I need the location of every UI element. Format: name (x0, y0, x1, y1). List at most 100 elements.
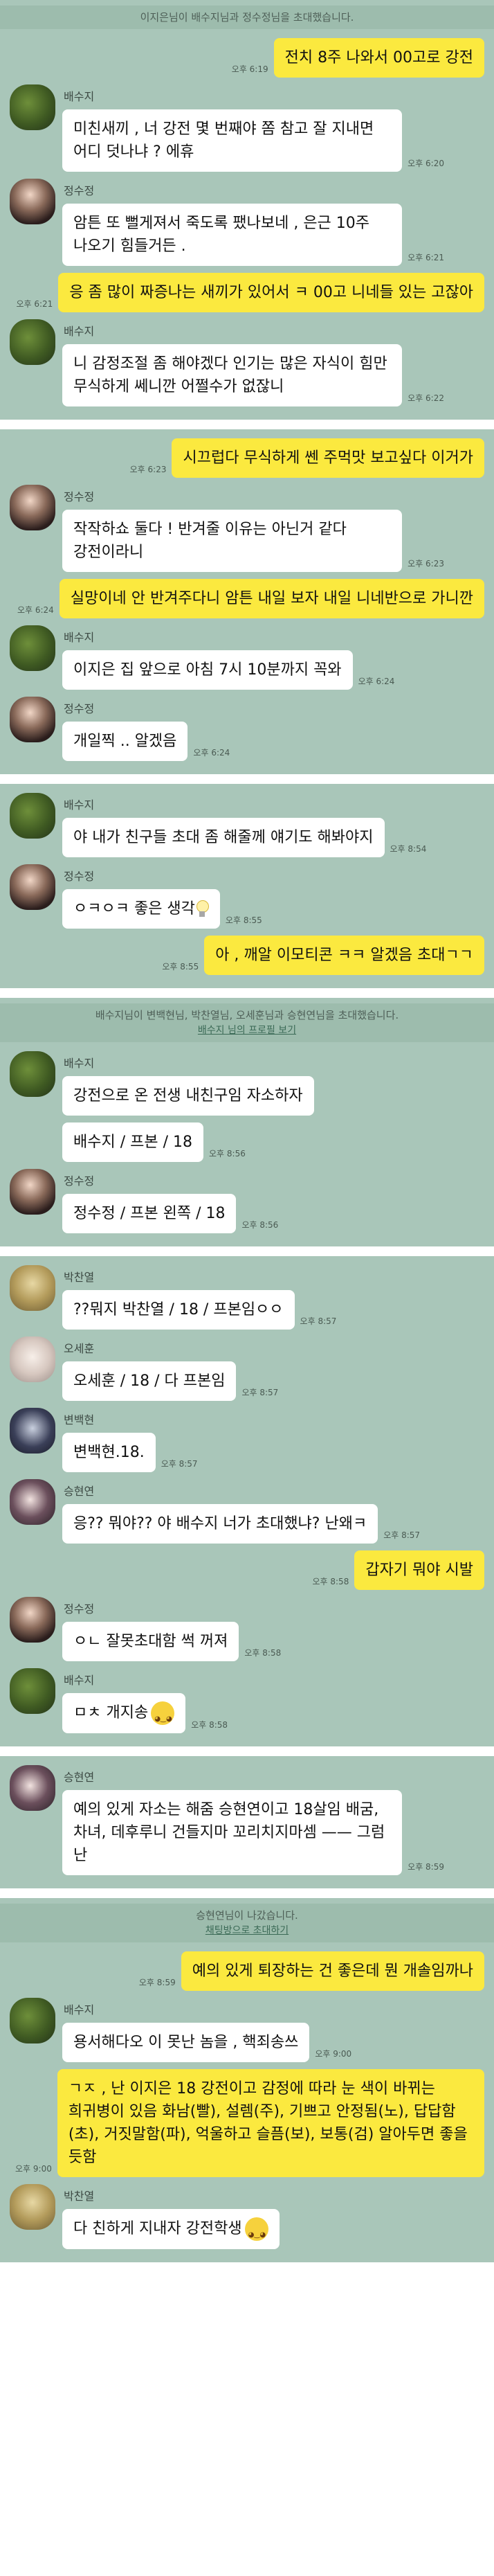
chat-panel: 승현연님이 나갔습니다. 채팅방으로 초대하기 오후 8:59 예의 있게 퇴장하는 … (0, 1898, 494, 2262)
message-text: 갑자기 뭐야 시발 (365, 1562, 473, 1579)
sender-name: 배수지 (64, 1057, 95, 1070)
light-bulb-icon (195, 900, 209, 918)
system-notice: 승현연님이 나갔습니다. 채팅방으로 초대하기 (0, 1904, 494, 1942)
message-text: 아 , 깨알 이모티콘 ㅋㅋ 알겠음 초대ㄱㄱ (215, 947, 473, 964)
message-bubble[interactable]: ??뭐지 박찬열 / 18 / 프본임ㅇㅇ (62, 1290, 295, 1330)
message-column: 승현연 응?? 뭐야?? 야 배수지 너가 초대했냐? 난왜ㅋ 오후 8:57 (62, 1479, 426, 1544)
message-column: 배수지 용서해다오 이 못난 놈을 , 핵죄송쓰 오후 9:00 (62, 1998, 357, 2062)
message-bubble[interactable]: 갑자기 뭐야 시발 (354, 1550, 484, 1590)
message-bubble[interactable]: 미친새끼 , 너 강전 몇 번째야 쫌 참고 잘 지내면 어디 덧나냐 ? 에휴 (62, 109, 403, 172)
sender-name: 배수지 (64, 325, 95, 338)
message-bubble[interactable]: 야 내가 친구들 초대 좀 해줄께 얘기도 해봐야지 (62, 818, 385, 857)
message-text: 정수정 / 프본 왼쪽 / 18 (73, 1205, 226, 1222)
chat-panel: 배수지 야 내가 친구들 초대 좀 해줄께 얘기도 해봐야지 오후 8:54 정수정 ㅇ… (0, 784, 494, 988)
avatar[interactable] (10, 697, 55, 742)
message-text: 용서해다오 이 못난 놈을 , 핵죄송쓰 (73, 2034, 299, 2051)
message-bubble[interactable]: 실망이네 안 반겨주다니 암튼 내일 보자 내일 니네반으로 가니깐 (59, 579, 484, 618)
system-notice-text: 배수지님이 변백현님, 박찬열님, 오세훈님과 승현연님을 초대했습니다. (95, 1009, 399, 1021)
message-column: 배수지니 감정조절 좀 해야겠다 인기는 많은 자식이 힘만 무식하게 쎄니깐 … (62, 319, 450, 406)
message-text: ㅇㅋㅇㅋ 좋은 생각 (73, 900, 195, 918)
message-line: 강전으로 온 전생 내친구임 자소하자 (62, 1076, 325, 1116)
message-bubble[interactable]: 응?? 뭐야?? 야 배수지 너가 초대했냐? 난왜ㅋ (62, 1504, 378, 1544)
avatar[interactable] (10, 1169, 55, 1215)
message-line: 예의 있게 자소는 해줌 승현연이고 18살임 배굼, 차녀, 데후루니 건들지… (62, 1790, 450, 1875)
system-link[interactable]: 배수지 님의 프로필 보기 (7, 1023, 487, 1038)
avatar[interactable] (10, 1597, 55, 1643)
my-message: 오후 6:24 실망이네 안 반겨주다니 암튼 내일 보자 내일 니네반으로 가니… (0, 575, 494, 622)
message-column: 정수정 정수정 / 프본 왼쪽 / 18 오후 8:56 (62, 1169, 284, 1233)
sender-name: 정수정 (64, 1602, 95, 1616)
message-bubble[interactable]: ㅁㅊ 개지송 (62, 1693, 186, 1733)
friend-message: 정수정 ㅇㅋㅇㅋ 좋은 생각 오후 8:55 (0, 861, 494, 932)
message-bubble[interactable]: 강전으로 온 전생 내친구임 자소하자 (62, 1076, 314, 1116)
avatar[interactable] (10, 1668, 55, 1714)
message-time: 오후 8:56 (209, 1149, 246, 1159)
message-time: 오후 6:22 (408, 393, 444, 403)
message-bubble[interactable]: 용서해다오 이 못난 놈을 , 핵죄송쓰 (62, 2023, 310, 2062)
message-text: 시끄럽다 무식하게 쎈 주먹맛 보고싶다 이거가 (183, 449, 473, 467)
message-text: 전치 8주 나와서 00고로 강전 (284, 49, 473, 66)
message-bubble[interactable]: 예의 있게 자소는 해줌 승현연이고 18살임 배굼, 차녀, 데후루니 건들지… (62, 1790, 403, 1875)
avatar[interactable] (10, 84, 55, 130)
message-line: 오세훈 / 18 / 다 프본임오후 8:57 (62, 1361, 284, 1401)
message-bubble[interactable]: 개일찍 .. 알겠음 (62, 722, 188, 761)
message-bubble[interactable]: 암튼 또 뻘게져서 죽도록 팼나보네 , 은근 10주 나오기 힘들거든 . (62, 204, 403, 266)
message-line: ㅇㄴ 잘못초대함 썩 꺼져 오후 8:58 (62, 1622, 286, 1661)
friend-message: 배수지 / 프본 / 18 오후 8:56 (0, 1119, 494, 1165)
avatar[interactable] (10, 1265, 55, 1311)
message-bubble[interactable]: 니 감정조절 좀 해야겠다 인기는 많은 자식이 힘만 무식하게 쎄니깐 어쩔수… (62, 344, 403, 406)
message-bubble[interactable]: ㅇㄴ 잘못초대함 썩 꺼져 (62, 1622, 239, 1661)
friend-message: 오세훈 오세훈 / 18 / 다 프본임 오후 8:57 (0, 1333, 494, 1404)
message-bubble[interactable]: 변백현.18. (62, 1433, 156, 1472)
message-bubble[interactable]: ㅇㅋㅇㅋ 좋은 생각 (62, 889, 220, 929)
avatar[interactable] (10, 1479, 55, 1525)
message-bubble[interactable]: 다 친하게 지내자 강전학생 (62, 2209, 280, 2249)
friend-message: 정수정 작작하쇼 둘다 ! 반겨줄 이유는 아닌거 같다 강전이라니 오후 6:23 (0, 481, 494, 575)
message-bubble[interactable]: 전치 8주 나와서 00고로 강전 (273, 38, 484, 78)
message-text: 이지은 집 앞으로 아침 7시 10분까지 꼭와 (73, 661, 342, 679)
message-time: 오후 9:00 (15, 2164, 52, 2174)
avatar[interactable] (10, 1336, 55, 1382)
message-time: 오후 8:57 (241, 1388, 279, 1397)
avatar[interactable] (10, 485, 55, 530)
friend-message: 정수정 정수정 / 프본 왼쪽 / 18 오후 8:56 (0, 1165, 494, 1237)
avatar[interactable] (10, 864, 55, 910)
message-bubble[interactable]: 이지은 집 앞으로 아침 7시 10분까지 꼭와 (62, 650, 353, 690)
avatar[interactable] (10, 1051, 55, 1097)
system-link[interactable]: 채팅방으로 초대하기 (7, 1923, 487, 1938)
message-bubble[interactable]: 배수지 / 프본 / 18 (62, 1122, 203, 1162)
sender-name: 박찬열 (64, 2190, 95, 2203)
sender-name: 박찬열 (64, 1271, 95, 1284)
message-time: 오후 6:24 (17, 605, 54, 615)
avatar[interactable] (10, 625, 55, 671)
message-line: 이지은 집 앞으로 아침 7시 10분까지 꼭와 오후 6:24 (62, 650, 400, 690)
avatar[interactable] (10, 793, 55, 839)
avatar[interactable] (10, 1765, 55, 1811)
avatar[interactable] (10, 1408, 55, 1454)
avatar[interactable] (10, 1998, 55, 2043)
message-column: 정수정 ㅇㄴ 잘못초대함 썩 꺼져 오후 8:58 (62, 1597, 286, 1661)
friend-message: 박찬열 ??뭐지 박찬열 / 18 / 프본임ㅇㅇ 오후 8:57 (0, 1262, 494, 1333)
message-column: 배수지 미친새끼 , 너 강전 몇 번째야 쫌 참고 잘 지내면 어디 덧나냐 ?… (62, 84, 450, 172)
message-time: 오후 8:55 (162, 962, 199, 972)
message-bubble[interactable]: 정수정 / 프본 왼쪽 / 18 (62, 1194, 237, 1233)
chat-screen: 이지은님이 배수지님과 정수정님을 초대했습니다. 오후 6:19 전치 8주 나와… (0, 0, 494, 2576)
message-bubble[interactable]: 예의 있게 퇴장하는 건 좋은데 뭔 개솔임까나 (181, 1951, 484, 1991)
message-bubble[interactable]: ㄱㅈ , 난 이지은 18 강전이고 감정에 따라 눈 색이 바뀌는 희귀병이 … (57, 2069, 484, 2177)
system-notice-text: 이지은님이 배수지님과 정수정님을 초대했습니다. (140, 11, 354, 24)
message-bubble[interactable]: 시끄럽다 무식하게 쎈 주먹맛 보고싶다 이거가 (172, 438, 484, 478)
message-column: 배수지강전으로 온 전생 내친구임 자소하자 (62, 1051, 325, 1116)
sender-name: 변백현 (64, 1413, 95, 1426)
my-message: 오후 9:00 ㄱㅈ , 난 이지은 18 강전이고 감정에 따라 눈 색이 바뀌… (0, 2066, 494, 2181)
message-bubble[interactable]: 오세훈 / 18 / 다 프본임 (62, 1361, 237, 1401)
avatar[interactable] (10, 179, 55, 224)
friend-message: 배수지 미친새끼 , 너 강전 몇 번째야 쫌 참고 잘 지내면 어디 덧나냐 ?… (0, 81, 494, 175)
message-bubble[interactable]: 작작하쇼 둘다 ! 반겨줄 이유는 아닌거 같다 강전이라니 (62, 510, 403, 572)
message-time: 오후 8:57 (161, 1459, 198, 1469)
message-bubble[interactable]: 아 , 깨알 이모티콘 ㅋㅋ 알겠음 초대ㄱㄱ (204, 936, 484, 975)
message-line: 응?? 뭐야?? 야 배수지 너가 초대했냐? 난왜ㅋ 오후 8:57 (62, 1504, 426, 1544)
message-text: ??뭐지 박찬열 / 18 / 프본임ㅇㅇ (73, 1301, 284, 1318)
avatar[interactable] (10, 319, 55, 365)
message-bubble[interactable]: 응 좀 많이 짜증나는 새끼가 있어서 ㅋ 00고 니네들 있는 고잖아 (58, 273, 484, 312)
avatar[interactable] (10, 2184, 55, 2230)
